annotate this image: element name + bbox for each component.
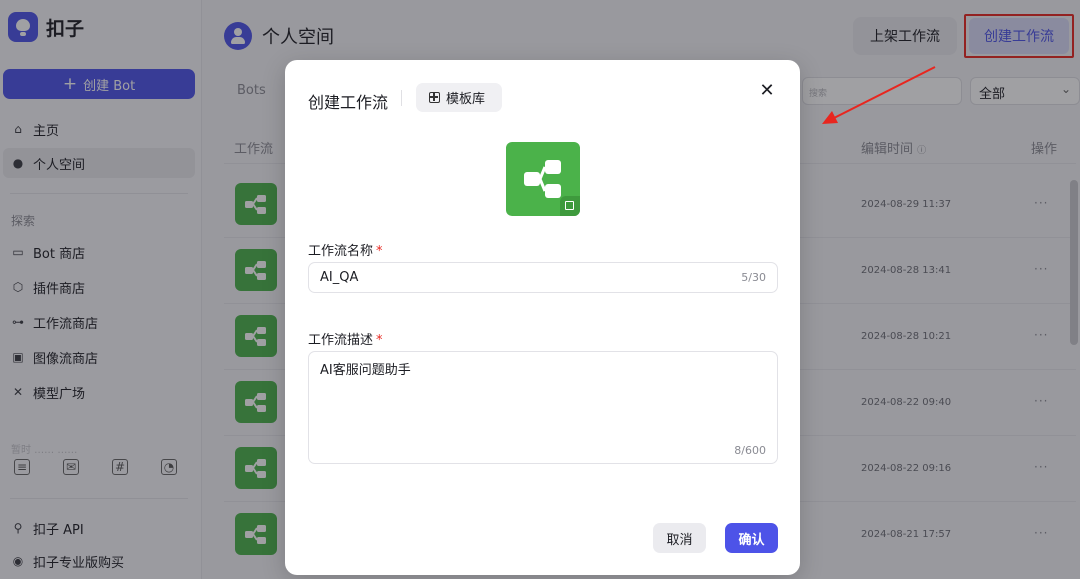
workflow-description-textarea[interactable]: AI客服问题助手 8/600 xyxy=(308,351,778,464)
confirm-button[interactable]: 确认 xyxy=(725,523,778,553)
template-library-label: 模板库 xyxy=(446,92,486,107)
grid-icon xyxy=(429,92,440,103)
required-mark: * xyxy=(376,333,383,348)
create-workflow-dialog: 创建工作流 模板库 ✕ 工作流名称 * AI_QA 5/30 工作流描述 * AI客… xyxy=(285,60,800,575)
name-field-label: 工作流名称 * xyxy=(308,240,383,259)
cancel-button[interactable]: 取消 xyxy=(653,523,706,553)
input-value: AI_QA xyxy=(320,270,359,285)
template-library-button[interactable]: 模板库 xyxy=(416,83,502,112)
char-counter: 5/30 xyxy=(741,271,766,284)
textarea-value: AI客服问题助手 xyxy=(320,363,411,378)
edit-avatar-icon[interactable] xyxy=(560,196,580,216)
required-mark: * xyxy=(376,244,383,259)
desc-field-label: 工作流描述 * xyxy=(308,329,383,348)
workflow-avatar[interactable] xyxy=(506,142,580,216)
divider xyxy=(401,90,402,106)
dialog-title: 创建工作流 xyxy=(308,93,389,112)
char-counter: 8/600 xyxy=(734,444,766,457)
close-icon[interactable]: ✕ xyxy=(758,82,776,100)
label-text: 工作流描述 xyxy=(308,333,374,348)
label-text: 工作流名称 xyxy=(308,244,374,259)
workflow-name-input[interactable]: AI_QA 5/30 xyxy=(308,262,778,293)
